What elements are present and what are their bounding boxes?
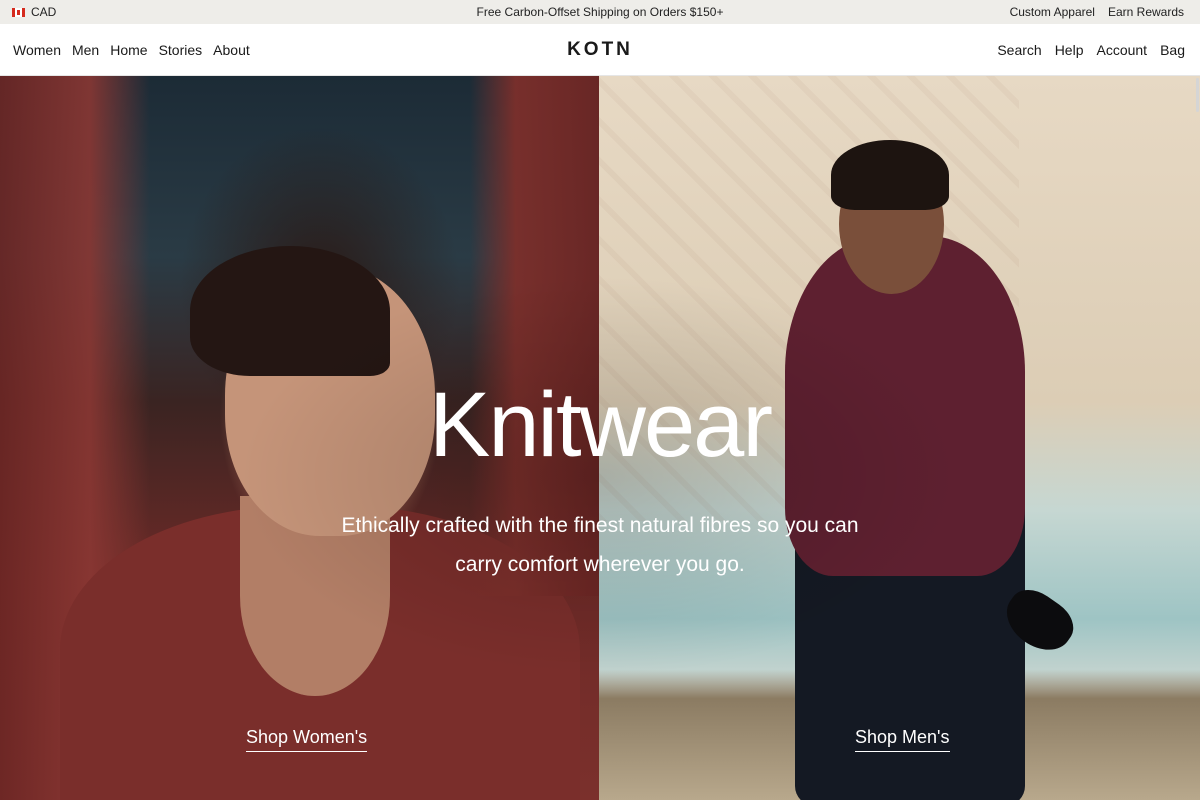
nav-item-men[interactable]: Men [72,42,99,58]
nav-item-about[interactable]: About [213,42,250,58]
announcement-bar: Free Carbon-Offset Shipping on Orders $1… [0,0,1200,24]
bag-link[interactable]: Bag [1160,42,1185,58]
nav-item-home[interactable]: Home [110,42,147,58]
currency-selector[interactable]: CAD [12,0,56,24]
earn-rewards-link[interactable]: Earn Rewards [1108,5,1184,19]
nav-item-stories[interactable]: Stories [159,42,203,58]
nav-item-women[interactable]: Women [13,42,61,58]
custom-apparel-link[interactable]: Custom Apparel [1010,5,1095,19]
site-header: KOTN Women Men Home Stories About Search… [0,24,1200,76]
help-link[interactable]: Help [1055,42,1084,58]
announcement-links: Custom Apparel Earn Rewards [1010,0,1184,24]
canada-flag-icon [12,7,25,17]
hero-subtext: Ethically crafted with the finest natura… [341,514,859,576]
utility-nav: Search Help Account Bag [997,24,1185,76]
logo[interactable]: KOTN [567,39,633,60]
page-scrollbar[interactable] [1194,76,1200,800]
primary-nav: Women Men Home Stories About [13,24,250,76]
currency-label: CAD [31,5,57,19]
search-link[interactable]: Search [997,42,1041,58]
shop-womens-link[interactable]: Shop Women's [246,724,368,752]
hero-banner: Knitwear Ethically crafted with the fine… [0,76,1200,800]
scrollbar-thumb[interactable] [1196,78,1199,112]
account-link[interactable]: Account [1096,42,1147,58]
promo-text[interactable]: Free Carbon-Offset Shipping on Orders $1… [477,5,724,19]
hero-headline: Knitwear [429,374,773,476]
shop-mens-link[interactable]: Shop Men's [855,724,950,752]
